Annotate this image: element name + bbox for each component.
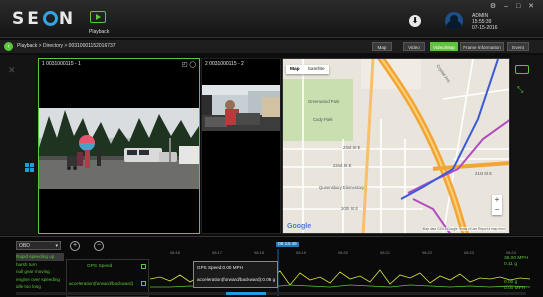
playback-nav-icon[interactable]: [90, 11, 106, 23]
title-bar: SE N Playback ⬇ ADMIN 15:55:39 07-15-2016…: [0, 0, 543, 38]
chevron-down-icon: ▾: [55, 243, 58, 249]
camera-1-label: 1 0031000115 - 1: [42, 61, 81, 67]
playback-nav-label[interactable]: Playback: [89, 29, 109, 35]
camera-2-frame: [202, 85, 280, 131]
tab-video[interactable]: Video: [403, 42, 425, 51]
map-label: Greenwood Park: [308, 99, 340, 104]
map-label: 20th St E: [341, 206, 359, 211]
right-rail: ⤡: [511, 55, 543, 235]
tab-map[interactable]: Map: [372, 42, 392, 51]
route-icon[interactable]: ⤡: [517, 85, 523, 95]
scale-speed-min: 0.00 MPH: [504, 286, 526, 291]
user-info: ADMIN 15:55:39 07-15-2016: [472, 13, 498, 31]
camera-1-panel[interactable]: 1 0031000115 - 1 ◰ ◯: [38, 58, 200, 234]
acceleration-checkbox[interactable]: [141, 281, 146, 286]
graph-scale-values: 36.00 MPH 0.11 g 0.00 g 0.00 MPH: [504, 256, 528, 292]
map-label: Queensbury Elementary: [319, 185, 365, 190]
window-controls[interactable]: ⚙ – □ ✕: [490, 2, 537, 10]
obd-select-value: OBD: [19, 243, 30, 249]
tooltip-speed: GPS Speed:0.00 MPH: [197, 265, 243, 270]
bus-icon[interactable]: [515, 65, 529, 74]
camera-1-tools[interactable]: ◰ ◯: [182, 61, 196, 68]
map-zoom-out-button[interactable]: −: [492, 205, 502, 215]
list-item[interactable]: null gear moving: [16, 268, 64, 276]
breadcrumb: Playback > Directory > 00310001152016737: [17, 43, 116, 49]
google-logo: Google: [287, 223, 312, 230]
event-list: Rapid speeding up harsh turn null gear m…: [16, 253, 64, 291]
tab-frame-information[interactable]: Frame Information: [460, 42, 504, 51]
map-type-satellite[interactable]: Satellite: [304, 65, 329, 74]
map-canvas: [283, 59, 509, 233]
map-zoom-in-button[interactable]: +: [492, 195, 502, 205]
camera-2-label: 2 0031000115 - 2: [205, 61, 244, 67]
tab-video-map[interactable]: Video/Map: [430, 42, 458, 51]
tab-event[interactable]: Event: [507, 42, 529, 51]
camera-1-frame: [39, 108, 199, 189]
map-zoom-control[interactable]: + −: [492, 195, 502, 215]
back-icon[interactable]: ‹: [4, 42, 13, 51]
tooltip-acceleration: acceleration(forward/backward):0.06 g: [197, 277, 276, 282]
collapse-icon[interactable]: ✕: [8, 65, 16, 76]
map-panel[interactable]: Map Satellite Greenwood Park Cody Park 2…: [282, 58, 510, 234]
app-logo: SE N: [12, 9, 77, 29]
scrollbar-thumb[interactable]: [226, 292, 266, 295]
map-label: Cody Park: [313, 117, 333, 122]
gps-speed-checkbox[interactable]: [141, 264, 146, 269]
list-item[interactable]: engine over speeding: [16, 276, 64, 284]
map-label: 21st St E: [475, 171, 492, 176]
acceleration-legend: acceleration(forward/backward): [69, 281, 134, 286]
map-terms[interactable]: Map data ©2016 Google Terms of Use Repor…: [422, 227, 505, 231]
map-type-toggle[interactable]: Map Satellite: [286, 65, 329, 74]
timeline-scrollbar[interactable]: [16, 292, 526, 295]
avatar[interactable]: [445, 12, 463, 30]
breadcrumb-bar: ‹ Playback > Directory > 003100011520167…: [0, 40, 543, 53]
list-item[interactable]: idle too long: [16, 283, 64, 291]
scale-g-max: 0.11 g: [504, 262, 517, 267]
playhead-time[interactable]: 08:18:49: [276, 242, 299, 247]
layout-grid-icon[interactable]: [25, 163, 34, 172]
download-icon[interactable]: ⬇: [409, 15, 421, 27]
obd-select[interactable]: OBD ▾: [16, 241, 61, 250]
map-type-map[interactable]: Map: [286, 65, 304, 74]
map-label: 23rd St E: [343, 145, 361, 150]
left-rail: ✕: [0, 55, 38, 235]
gps-speed-legend: GPS Speed: [87, 264, 113, 269]
user-date: 07-15-2016: [472, 25, 498, 31]
zoom-out-icon[interactable]: −: [94, 241, 104, 251]
zoom-in-icon[interactable]: +: [70, 241, 80, 251]
list-item[interactable]: harsh turn: [16, 261, 64, 269]
camera-2-panel[interactable]: 2 0031000115 - 2: [201, 58, 281, 234]
graph-tooltip: GPS Speed:0.00 MPH acceleration(forward/…: [193, 261, 278, 288]
map-label: 22nd St E: [333, 163, 352, 168]
list-item[interactable]: Rapid speeding up: [16, 253, 64, 261]
